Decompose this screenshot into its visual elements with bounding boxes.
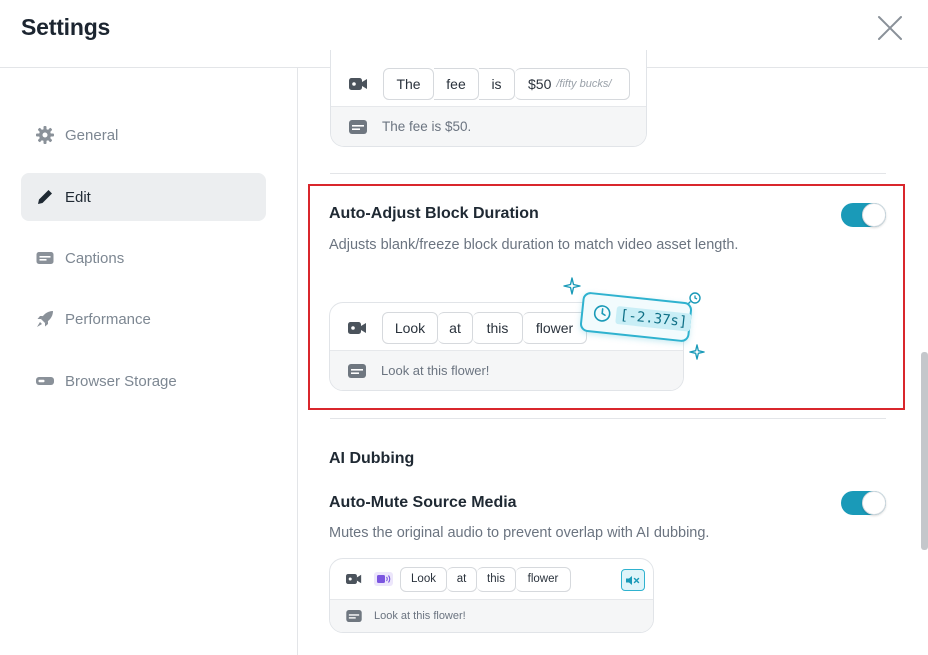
auto-adjust-title: Auto-Adjust Block Duration (329, 205, 539, 222)
captions-icon (348, 363, 366, 378)
captions-icon (34, 247, 56, 269)
word-chip: this (473, 311, 523, 344)
video-camera-icon (348, 321, 367, 335)
caption-text: Look at this flower! (381, 363, 490, 378)
rocket-icon (34, 308, 56, 330)
duration-value: [-2.37s] (615, 305, 693, 332)
captions-icon (346, 610, 362, 622)
sidebar-item-general[interactable]: General (21, 111, 266, 159)
word-chip: fee (434, 67, 479, 100)
sidebar-item-edit[interactable]: Edit (21, 173, 266, 221)
auto-adjust-description: Adjusts blank/freeze block duration to m… (329, 237, 739, 253)
sidebar-item-browser-storage[interactable]: Browser Storage (21, 357, 266, 405)
section-divider (330, 173, 886, 174)
pencil-icon (34, 186, 56, 208)
auto-adjust-toggle[interactable] (841, 203, 886, 227)
duration-adjust-badge: [-2.37s] (579, 291, 693, 343)
auto-adjust-example-card: Look at this flower Look at this flower! (329, 302, 684, 391)
auto-mute-description: Mutes the original audio to prevent over… (329, 525, 710, 541)
sidebar-item-label: Performance (65, 310, 151, 328)
word-chip: Look (400, 566, 447, 592)
scrollbar-thumb[interactable] (921, 352, 928, 550)
dubbing-audio-icon (374, 572, 393, 586)
captions-icon (349, 119, 367, 134)
sidebar-item-label: General (65, 126, 119, 144)
ai-dubbing-section-title: AI Dubbing (329, 450, 415, 467)
storage-icon (34, 370, 56, 392)
auto-mute-title: Auto-Mute Source Media (329, 494, 517, 511)
sidebar-item-performance[interactable]: Performance (21, 295, 266, 343)
mute-icon (621, 569, 645, 591)
close-icon[interactable] (876, 14, 904, 42)
toggle-knob (862, 203, 886, 227)
sidebar-item-label: Browser Storage (65, 372, 177, 390)
caption-text: Look at this flower! (374, 610, 466, 622)
word-chip: flower (516, 566, 571, 592)
word-chip: flower (523, 311, 587, 344)
word-chip: at (438, 311, 473, 344)
word-chip: Look (382, 311, 438, 344)
sidebar-item-captions[interactable]: Captions (21, 234, 266, 282)
word-chip: The (383, 67, 434, 100)
caption-text: The fee is $50. (382, 119, 472, 134)
page-title: Settings (21, 14, 111, 40)
gear-icon (34, 124, 56, 146)
settings-header: Settings (0, 0, 928, 68)
sparkle-icon (563, 277, 581, 300)
sidebar-item-label: Edit (65, 188, 91, 206)
word-chip: is (479, 67, 515, 100)
word-chip: this (477, 566, 516, 592)
toggle-knob (862, 491, 886, 515)
word-chip-with-note: $50 /fifty bucks/ (515, 67, 630, 100)
word-chip: at (447, 566, 477, 592)
video-camera-icon (346, 573, 362, 585)
section-divider (330, 418, 886, 419)
timer-icon (684, 291, 702, 314)
sparkle-icon (689, 344, 705, 365)
video-camera-icon (349, 77, 368, 91)
clock-icon (592, 304, 612, 324)
sidebar-nav: General Edit Captions Performance Browse… (0, 68, 298, 655)
spoken-note: /fifty bucks/ (556, 77, 612, 90)
auto-mute-example-card: Look at this flower Look at this flower! (329, 558, 654, 633)
word-text: $50 (528, 75, 552, 92)
highlight-box (308, 184, 905, 410)
sidebar-item-label: Captions (65, 249, 125, 267)
auto-mute-toggle[interactable] (841, 491, 886, 515)
